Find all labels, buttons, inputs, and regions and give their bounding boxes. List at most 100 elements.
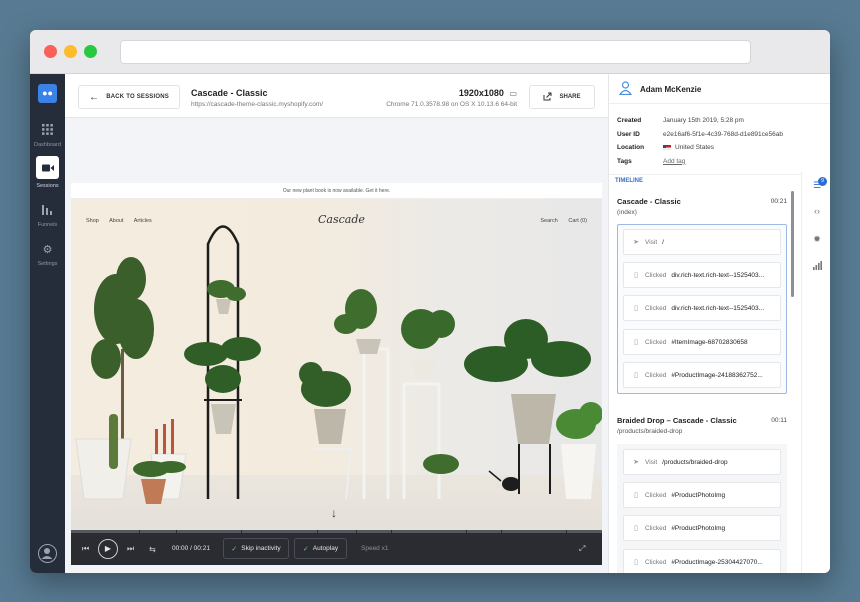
site-nav: Shop About Articles [86,218,161,224]
play-icon[interactable]: ▶ [98,539,118,559]
replayed-website-viewport: Our new plant book is now available. Get… [71,183,602,530]
timeline-section-path: (index) [617,209,637,216]
site-nav-about[interactable]: About [109,218,123,224]
panel-tool-rail: ☰ 9 ‹› ✹ [801,172,830,573]
app-logo-icon[interactable]: ●● [38,84,57,103]
nav-label: Dashboard [34,142,61,148]
timeline-scrollbar[interactable] [791,191,794,297]
event-target: / [662,238,664,246]
autoplay-toggle[interactable]: ✓ Autoplay [294,538,347,559]
user-metadata: Created January 15th 2019, 5:28 pm User … [617,114,827,168]
loop-icon[interactable]: ⇆ [149,533,156,565]
mouse-icon: ▯ [634,559,638,566]
session-player-area: ← BACK TO SESSIONS Cascade - Classic htt… [65,74,608,573]
site-logo[interactable]: Cascade [318,213,365,226]
timeline-event[interactable]: ▯ Clicked div.rich-text.rich-text--15254… [623,262,781,288]
meta-location-value: United States [663,144,714,151]
timeline-event[interactable]: ➤ Visit /products/braided-drop [623,449,781,475]
user-header: Adam McKenzie [609,74,830,104]
timeline-event[interactable]: ▯ Clicked #ProductPhotoImg [623,515,781,541]
arrow-down-icon[interactable]: ↓ [331,506,337,520]
timeline-event[interactable]: ➤ Visit / [623,229,781,255]
timeline-event[interactable]: ▯ Clicked #ProductPhotoImg [623,482,781,508]
player-header: ← BACK TO SESSIONS Cascade - Classic htt… [65,74,608,118]
event-type: Visit [645,238,658,246]
meta-value: January 15th 2019, 5:28 pm [663,117,744,125]
event-type: Clicked [645,304,667,312]
monitor-icon: ▭ [509,89,517,98]
maximize-window-button[interactable] [84,45,97,58]
browser-info: Chrome 71.0.3578.98 on OS X 10.13.6 64-b… [386,101,517,108]
bug-icon[interactable]: ✹ [802,234,830,245]
plant-scene-illustration [75,225,602,504]
nav-item-funnels[interactable]: Funnels [30,204,65,228]
event-type: Clicked [645,338,667,346]
event-target: div.rich-text.rich-text--1525403... [671,271,765,279]
site-nav-articles[interactable]: Articles [134,218,152,224]
browser-window: ●● Dashboard Sessions Funnels ⚙ Settings [30,30,830,573]
check-icon: ✓ [231,545,238,553]
timeline-event[interactable]: ▯ Clicked #ProductImage-24188362752... [623,362,781,388]
resolution-text: 1920x1080 [458,88,504,98]
meta-created: Created January 15th 2019, 5:28 pm [617,114,827,128]
skip-forward-icon[interactable]: ⏭ [127,533,134,565]
add-tag-link[interactable]: Add tag [663,158,685,165]
mouse-icon: ▯ [634,305,638,312]
nav-item-dashboard[interactable]: Dashboard [30,124,65,148]
timeline-event[interactable]: ▯ Clicked div.rich-text.rich-text--15254… [623,295,781,321]
meta-tags: Tags Add tag [617,155,827,169]
minimize-window-button[interactable] [64,45,77,58]
playback-speed[interactable]: Speed x1 [361,533,388,565]
timeline-section-title[interactable]: Braided Drop – Cascade - Classic [617,416,737,425]
event-target: #ProductPhotoImg [671,491,726,499]
account-avatar-icon[interactable] [38,544,57,563]
mouse-icon: ▯ [634,525,638,532]
skip-back-icon[interactable]: ⏮ [82,533,89,565]
timeline-section-title[interactable]: Cascade - Classic [617,197,681,206]
grid-icon [30,124,65,138]
code-icon[interactable]: ‹› [802,206,830,216]
skip-inactivity-toggle[interactable]: ✓ Skip inactivity [223,538,289,559]
fullscreen-icon[interactable]: ⤢ [579,533,585,565]
address-bar[interactable] [120,40,751,64]
navigation-arrow-icon: ➤ [633,459,639,466]
user-icon [618,81,633,96]
timeline-list: Cascade - Classic 00:21 (index) ➤ Visit … [609,187,801,573]
close-window-button[interactable] [44,45,57,58]
share-button[interactable]: SHARE [529,85,595,109]
mouse-icon: ▯ [634,339,638,346]
event-type: Clicked [645,271,667,279]
timeline-section-path: /products/braided-drop [617,428,683,435]
meta-key: User ID [617,130,640,138]
event-type: Clicked [645,371,667,379]
site-search-link[interactable]: Search [540,218,557,224]
signal-bars-icon[interactable] [802,261,830,272]
site-nav-shop[interactable]: Shop [86,218,99,224]
event-type: Clicked [645,558,667,566]
autoplay-label: Autoplay [312,545,339,552]
site-cart-link[interactable]: Cart (0) [568,218,587,224]
nav-item-sessions[interactable]: Sessions [30,156,65,189]
event-type: Clicked [645,524,667,532]
meta-key: Created [617,117,642,125]
event-target: #ProductPhotoImg [671,524,726,532]
event-target: #ProductImage-24188362752... [671,371,763,379]
timeline-event-group: ➤ Visit / ▯ Clicked div.rich-text.rich-t… [617,224,787,394]
video-camera-icon [36,156,59,179]
timeline-event-group: ➤ Visit /products/braided-drop ▯ Clicked… [617,444,787,573]
skip-inactivity-label: Skip inactivity [241,545,281,552]
navigation-arrow-icon: ➤ [633,239,639,246]
session-page-url[interactable]: https://cascade-theme-classic.myshopify.… [191,101,323,108]
event-target: #ItemImage-68702830658 [671,338,748,346]
session-details-panel: Adam McKenzie Created January 15th 2019,… [608,74,830,573]
nav-item-settings[interactable]: ⚙ Settings [30,243,65,267]
event-type: Clicked [645,491,667,499]
site-utility-nav: Search Cart (0) [531,218,587,224]
meta-key: Location [617,144,645,152]
timeline-list-icon[interactable]: ☰ 9 [802,177,830,191]
meta-user-id: User ID e2e16af6-5f1e-4c39-768d-d1e891ce… [617,128,827,142]
timeline-event[interactable]: ▯ Clicked #ItemImage-68702830658 [623,329,781,355]
meta-key: Tags [617,157,632,165]
timeline-event[interactable]: ▯ Clicked #ProductImage-25304427070... [623,549,781,573]
back-to-sessions-button[interactable]: ← BACK TO SESSIONS [78,85,180,109]
